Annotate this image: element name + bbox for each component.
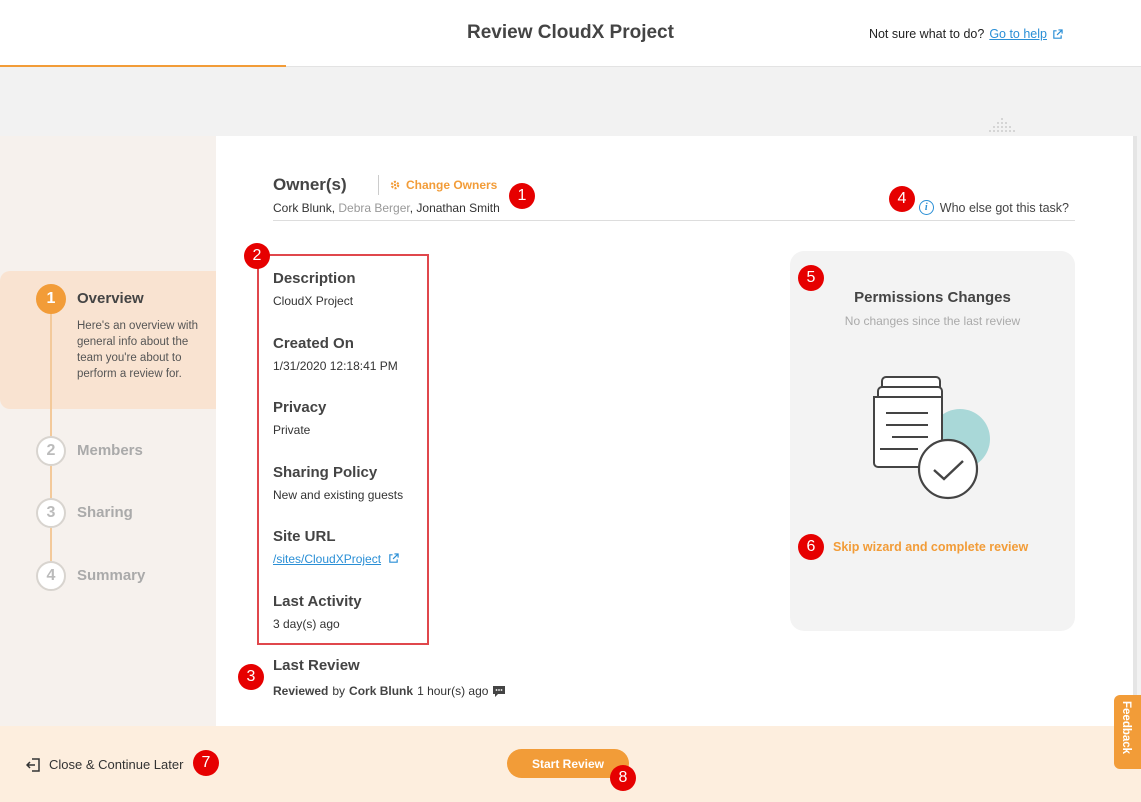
step-sharing[interactable]: 3 Sharing: [36, 498, 133, 528]
close-continue-later-button[interactable]: Close & Continue Later: [26, 757, 183, 772]
site-url-link[interactable]: /sites/CloudXProject: [273, 552, 381, 566]
wizard-steps-panel: 1 Overview Here's an overview with gener…: [0, 136, 216, 726]
field-value: 1/31/2020 12:18:41 PM: [273, 359, 398, 373]
who-else-label: Who else got this task?: [939, 200, 1069, 215]
callout-marker: 4: [889, 186, 915, 212]
step-number: 3: [36, 498, 66, 528]
created-on-field: Created On 1/31/2020 12:18:41 PM: [273, 335, 398, 373]
step-number: 1: [36, 284, 66, 314]
help-area: Not sure what to do? Go to help: [869, 27, 1063, 41]
step-summary[interactable]: 4 Summary: [36, 561, 145, 591]
field-value: New and existing guests: [273, 488, 404, 502]
callout-marker: 3: [238, 664, 264, 690]
field-label: Privacy: [273, 399, 327, 416]
details-highlight-box: [257, 254, 429, 645]
wizard-progress-bar: [0, 65, 286, 67]
field-value: /sites/CloudXProject: [273, 552, 400, 566]
info-icon: i: [918, 200, 934, 215]
external-link-icon[interactable]: [388, 553, 400, 564]
callout-marker: 5: [798, 265, 824, 291]
field-value: 3 day(s) ago: [273, 617, 340, 631]
owner-name: Jonathan Smith: [416, 201, 500, 215]
step-label: Members: [77, 442, 143, 459]
review-by: by: [332, 684, 346, 698]
field-label: Sharing Policy: [273, 464, 378, 481]
field-label: Site URL: [273, 528, 336, 545]
help-prompt: Not sure what to do?: [868, 27, 985, 41]
document-check-illustration: [873, 376, 990, 500]
review-time: 1 hour(s) ago: [417, 684, 489, 698]
step-label: Sharing: [77, 504, 133, 521]
field-label: Last Review: [273, 657, 360, 674]
step-members[interactable]: 2 Members: [36, 436, 143, 466]
feedback-label: Feedback: [1120, 701, 1132, 755]
owners-list: Cork Blunk, Debra Berger, Jonathan Smith: [273, 201, 500, 215]
description-field: Description CloudX Project: [273, 270, 356, 308]
step-description: Here's an overview with general info abo…: [77, 320, 199, 380]
comment-icon[interactable]: [492, 685, 506, 698]
step-number: 2: [36, 436, 66, 466]
field-label: Last Activity: [273, 593, 362, 610]
dotted-triangle-decoration: [989, 118, 1015, 132]
permissions-subtitle: No changes since the last review: [844, 314, 1021, 328]
change-owners-button[interactable]: Change Owners: [389, 178, 497, 192]
footer-bar: Close & Continue Later Start Review: [0, 726, 1141, 802]
step-label: Overview: [77, 290, 144, 307]
callout-marker: 8: [610, 765, 636, 791]
callout-marker: 2: [244, 243, 270, 269]
who-else-got-task[interactable]: i Who else got this task?: [918, 200, 1069, 215]
field-label: Created On: [273, 335, 354, 352]
permissions-changes-panel: Permissions Changes No changes since the…: [790, 251, 1075, 631]
sharing-policy-field: Sharing Policy New and existing guests: [273, 464, 403, 502]
exit-icon: [26, 757, 40, 772]
owners-heading: Owner(s): [273, 175, 347, 194]
privacy-field: Privacy Private: [273, 399, 326, 437]
site-url-field: Site URL /sites/CloudXProject: [273, 528, 400, 566]
callout-marker: 1: [509, 183, 535, 209]
callout-marker: 6: [798, 534, 824, 560]
owner-name: Cork Blunk: [273, 201, 332, 215]
change-owners-label: Change Owners: [406, 178, 498, 192]
permissions-title: Permissions Changes: [854, 289, 1011, 306]
close-label: Close & Continue Later: [49, 757, 184, 772]
owner-name: Debra Berger: [338, 201, 410, 215]
last-review-field: Last Review: [273, 657, 360, 674]
scrollbar[interactable]: [1133, 136, 1137, 726]
field-label: Description: [273, 270, 356, 287]
step-overview[interactable]: 1 Overview Here's an overview with gener…: [36, 284, 212, 382]
field-value: CloudX Project: [273, 294, 354, 308]
go-to-help-link[interactable]: Go to help: [989, 27, 1047, 41]
owners-divider-line: [273, 220, 1075, 221]
step-label: Summary: [77, 567, 146, 584]
field-value: Private: [273, 423, 311, 437]
feedback-tab[interactable]: Feedback: [1114, 695, 1141, 769]
top-bar: Review CloudX Project Not sure what to d…: [0, 0, 1141, 67]
external-link-icon[interactable]: [1052, 28, 1063, 40]
last-activity-field: Last Activity 3 day(s) ago: [273, 593, 362, 631]
last-review-line: Reviewed by Cork Blunk 1 hour(s) ago: [273, 684, 506, 698]
review-prefix: Reviewed: [273, 684, 329, 698]
gear-icon: [390, 180, 400, 190]
step-number: 4: [36, 561, 66, 591]
skip-wizard-link[interactable]: Skip wizard and complete review: [833, 540, 1028, 554]
callout-marker: 7: [193, 750, 219, 776]
reviewer-name: Cork Blunk: [349, 684, 414, 698]
owners-divider: [378, 175, 379, 195]
